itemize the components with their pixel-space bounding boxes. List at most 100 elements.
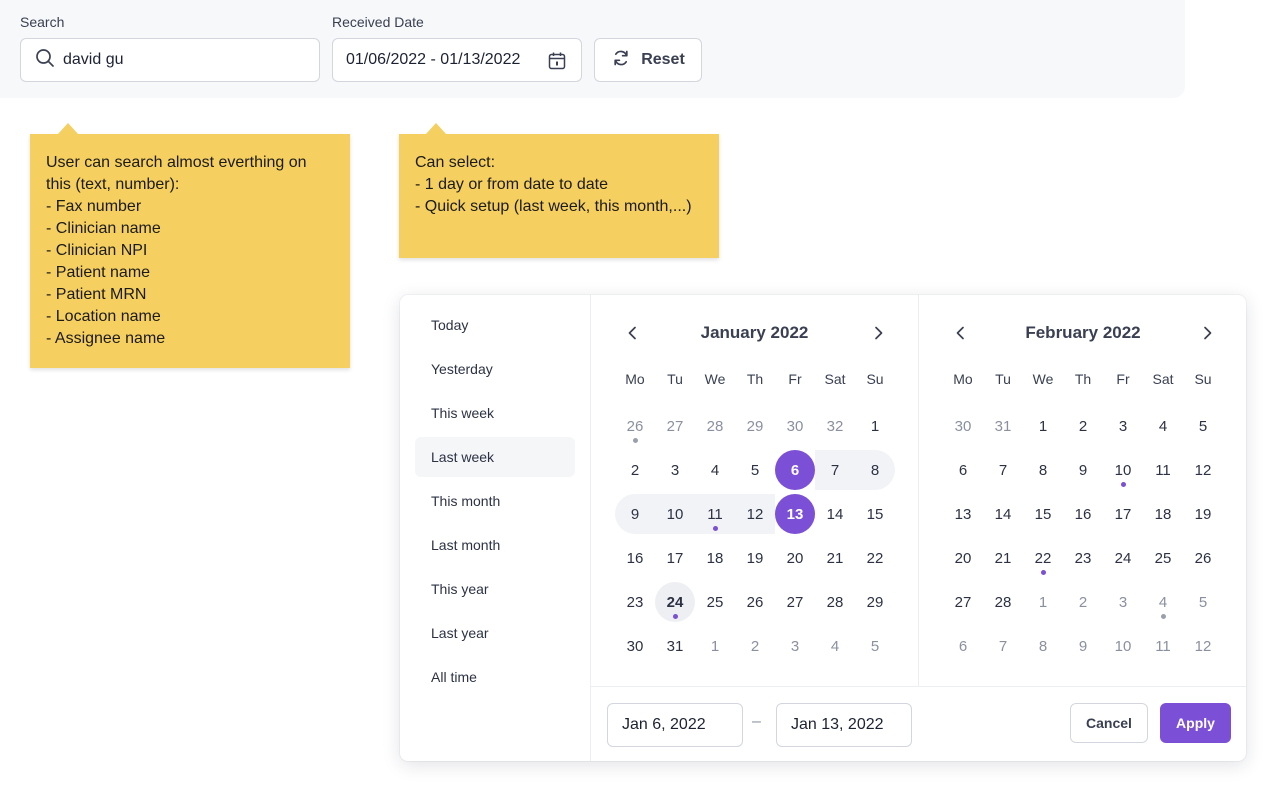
calendar-day-selected[interactable]: 6	[775, 450, 815, 490]
calendar-day[interactable]: 9	[1063, 626, 1103, 666]
calendar-day[interactable]: 29	[735, 406, 775, 446]
calendar-day[interactable]: 1	[855, 406, 895, 446]
calendar-day[interactable]: 5	[1183, 406, 1223, 446]
apply-button[interactable]: Apply	[1160, 703, 1231, 743]
calendar-day[interactable]: 22	[855, 538, 895, 578]
quick-range-item[interactable]: Last week	[415, 437, 575, 477]
calendar-day[interactable]: 9	[615, 494, 655, 534]
calendar-day[interactable]: 12	[735, 494, 775, 534]
calendar-day[interactable]: 30	[943, 406, 983, 446]
calendar-day[interactable]: 10	[1103, 626, 1143, 666]
calendar-day[interactable]: 14	[983, 494, 1023, 534]
quick-range-item[interactable]: This week	[415, 393, 575, 433]
calendar-day[interactable]: 12	[1183, 450, 1223, 490]
calendar-day[interactable]: 24	[1103, 538, 1143, 578]
calendar-day[interactable]: 4	[1143, 406, 1183, 446]
quick-range-item[interactable]: Today	[415, 305, 575, 345]
calendar-day[interactable]: 8	[855, 450, 895, 490]
calendar-day[interactable]: 30	[775, 406, 815, 446]
calendar-day[interactable]: 11	[1143, 626, 1183, 666]
calendar-day[interactable]: 2	[735, 626, 775, 666]
calendar-day[interactable]: 26	[615, 406, 655, 446]
calendar-day[interactable]: 20	[943, 538, 983, 578]
calendar-day[interactable]: 29	[855, 582, 895, 622]
calendar-day[interactable]: 6	[943, 626, 983, 666]
calendar-day[interactable]: 25	[695, 582, 735, 622]
calendar-day[interactable]: 3	[1103, 582, 1143, 622]
calendar-day[interactable]: 27	[775, 582, 815, 622]
quick-range-item[interactable]: All time	[415, 657, 575, 697]
calendar-day[interactable]: 10	[655, 494, 695, 534]
quick-range-item[interactable]: This month	[415, 481, 575, 521]
calendar-day[interactable]: 27	[655, 406, 695, 446]
calendar-day[interactable]: 28	[815, 582, 855, 622]
calendar-day[interactable]: 7	[815, 450, 855, 490]
calendar-day[interactable]: 2	[615, 450, 655, 490]
quick-range-item[interactable]: This year	[415, 569, 575, 609]
calendar-day[interactable]: 3	[655, 450, 695, 490]
next-month-chevron-icon[interactable]	[1195, 321, 1219, 345]
calendar-day[interactable]: 5	[735, 450, 775, 490]
reset-button[interactable]: Reset	[594, 38, 702, 82]
start-date-input[interactable]: Jan 6, 2022	[607, 703, 743, 747]
calendar-day[interactable]: 31	[655, 626, 695, 666]
calendar-day[interactable]: 17	[1103, 494, 1143, 534]
date-range-field[interactable]: 01/06/2022 - 01/13/2022	[332, 38, 582, 82]
calendar-day[interactable]: 16	[615, 538, 655, 578]
calendar-day[interactable]: 4	[815, 626, 855, 666]
search-field[interactable]	[20, 38, 320, 82]
calendar-day[interactable]: 18	[1143, 494, 1183, 534]
calendar-day[interactable]: 10	[1103, 450, 1143, 490]
calendar-day[interactable]: 4	[695, 450, 735, 490]
calendar-day[interactable]: 1	[1023, 582, 1063, 622]
calendar-day[interactable]: 11	[1143, 450, 1183, 490]
calendar-day[interactable]: 19	[1183, 494, 1223, 534]
calendar-day[interactable]: 1	[1023, 406, 1063, 446]
calendar-day[interactable]: 25	[1143, 538, 1183, 578]
calendar-day[interactable]: 31	[983, 406, 1023, 446]
calendar-day[interactable]: 27	[943, 582, 983, 622]
calendar-day[interactable]: 3	[1103, 406, 1143, 446]
calendar-day[interactable]: 19	[735, 538, 775, 578]
calendar-day[interactable]: 8	[1023, 450, 1063, 490]
search-input[interactable]	[63, 51, 303, 69]
calendar-day[interactable]: 21	[983, 538, 1023, 578]
calendar-day[interactable]: 28	[695, 406, 735, 446]
calendar-day[interactable]: 9	[1063, 450, 1103, 490]
cancel-button[interactable]: Cancel	[1070, 703, 1148, 743]
calendar-day[interactable]: 3	[775, 626, 815, 666]
end-date-input[interactable]: Jan 13, 2022	[776, 703, 912, 747]
calendar-day[interactable]: 32	[815, 406, 855, 446]
calendar-day[interactable]: 6	[943, 450, 983, 490]
calendar-day[interactable]: 30	[615, 626, 655, 666]
calendar-day[interactable]: 22	[1023, 538, 1063, 578]
calendar-day[interactable]: 12	[1183, 626, 1223, 666]
calendar-day[interactable]: 4	[1143, 582, 1183, 622]
calendar-day[interactable]: 24	[655, 582, 695, 622]
calendar-day[interactable]: 18	[695, 538, 735, 578]
calendar-day[interactable]: 23	[1063, 538, 1103, 578]
calendar-day[interactable]: 23	[615, 582, 655, 622]
calendar-day[interactable]: 2	[1063, 582, 1103, 622]
calendar-day[interactable]: 28	[983, 582, 1023, 622]
calendar-day[interactable]: 16	[1063, 494, 1103, 534]
calendar-day[interactable]: 8	[1023, 626, 1063, 666]
calendar-day[interactable]: 7	[983, 626, 1023, 666]
calendar-day[interactable]: 15	[855, 494, 895, 534]
calendar-day[interactable]: 20	[775, 538, 815, 578]
calendar-day[interactable]: 11	[695, 494, 735, 534]
calendar-day[interactable]: 21	[815, 538, 855, 578]
calendar-day-selected[interactable]: 13	[775, 494, 815, 534]
quick-range-item[interactable]: Last month	[415, 525, 575, 565]
calendar-day[interactable]: 7	[983, 450, 1023, 490]
calendar-day[interactable]: 5	[1183, 582, 1223, 622]
quick-range-item[interactable]: Last year	[415, 613, 575, 653]
calendar-icon[interactable]	[547, 51, 567, 76]
calendar-day[interactable]: 26	[735, 582, 775, 622]
quick-range-item[interactable]: Yesterday	[415, 349, 575, 389]
calendar-day[interactable]: 1	[695, 626, 735, 666]
calendar-day[interactable]: 2	[1063, 406, 1103, 446]
calendar-day[interactable]: 5	[855, 626, 895, 666]
calendar-day[interactable]: 17	[655, 538, 695, 578]
calendar-day[interactable]: 13	[943, 494, 983, 534]
